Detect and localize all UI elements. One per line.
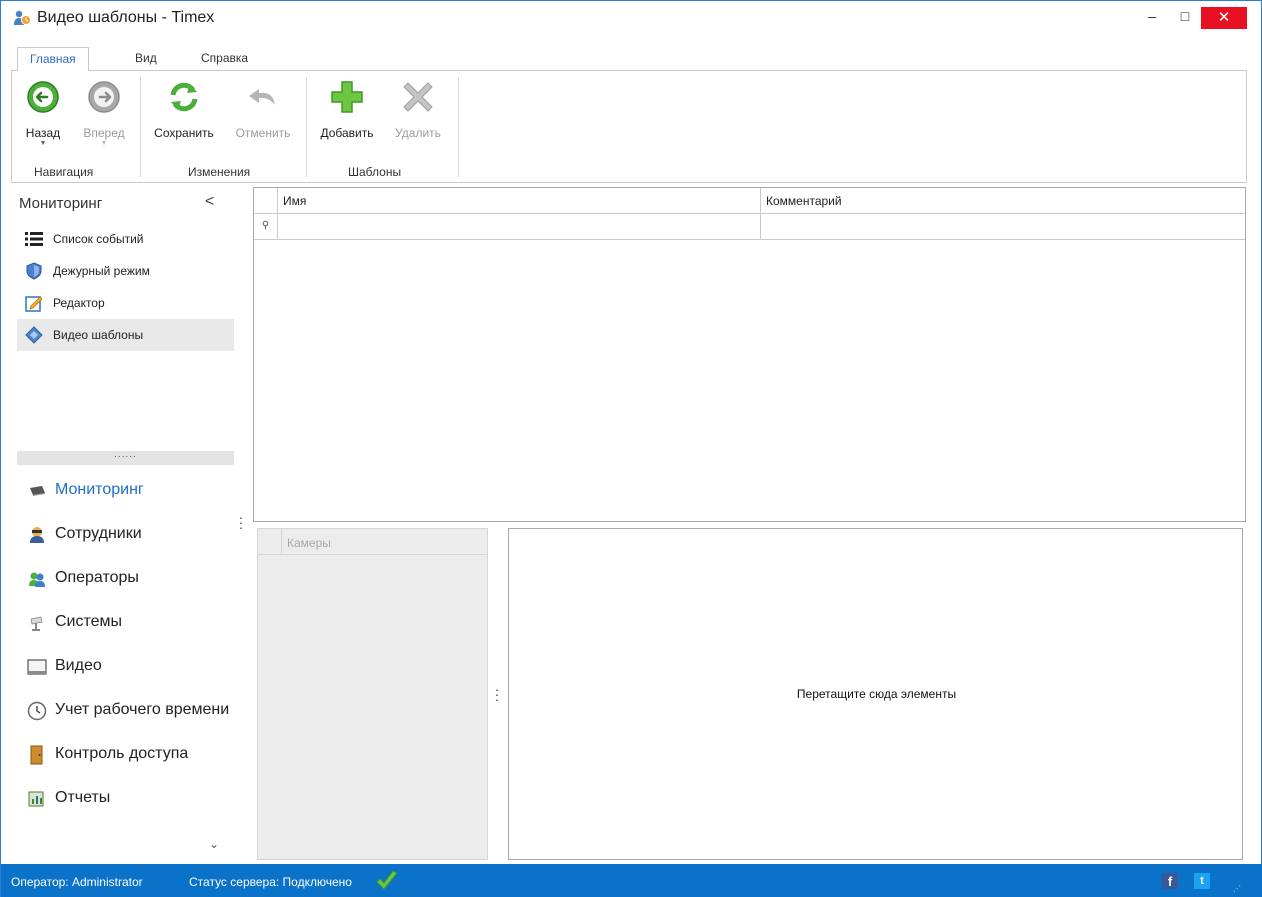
section-label: Контроль доступа — [55, 745, 189, 762]
section-label: Сотрудники — [55, 525, 142, 542]
facebook-icon[interactable]: f — [1162, 873, 1178, 889]
cameras-panel: Камеры — [257, 528, 488, 860]
editor-icon — [25, 296, 43, 312]
group-divider — [306, 77, 307, 177]
tab-view[interactable]: Вид — [123, 47, 169, 71]
refresh-icon — [170, 82, 198, 112]
column-header-name[interactable]: Имя — [278, 188, 761, 214]
clock-icon — [27, 701, 47, 721]
door-icon — [30, 745, 43, 765]
section-label: Операторы — [55, 569, 139, 586]
collapse-nav-button[interactable]: < — [205, 193, 214, 211]
operator-status: Оператор: Administrator — [11, 875, 143, 889]
cameras-header: Камеры — [258, 529, 487, 555]
window-title: Видео шаблоны - Timex — [37, 9, 215, 26]
app-window: Видео шаблоны - Timex – □ ✕ Главная Вид … — [0, 0, 1262, 897]
save-label: Сохранить — [154, 126, 214, 140]
nav-splitter-handle[interactable]: · · · — [238, 510, 244, 534]
show-more-sections-button[interactable]: ⌄ — [209, 837, 219, 851]
video-icon — [27, 659, 47, 675]
pane-splitter[interactable]: ...... — [17, 450, 234, 465]
grid-filter-row: ⚲ — [254, 214, 1245, 240]
row-indicator-header — [254, 188, 278, 214]
filter-name-input[interactable] — [278, 214, 761, 240]
close-button[interactable]: ✕ — [1201, 7, 1247, 29]
ribbon-tabs: Главная Вид Справка — [11, 47, 1247, 72]
cancel-button[interactable]: Отменить — [228, 79, 298, 140]
app-icon — [14, 10, 31, 25]
cancel-label: Отменить — [235, 126, 291, 140]
title-bar: Видео шаблоны - Timex – □ ✕ — [1, 1, 1261, 35]
forward-label: Вперед — [83, 126, 125, 140]
connected-check-icon — [376, 870, 398, 890]
drop-hint: Перетащите сюда элементы — [796, 687, 957, 701]
group-label-templates: Шаблоны — [348, 165, 402, 179]
group-label-changes: Изменения — [188, 165, 251, 179]
nav-item-editor[interactable]: Редактор — [17, 287, 234, 319]
nav-item-video-templates[interactable]: Видео шаблоны — [17, 319, 234, 351]
add-button[interactable]: Добавить — [314, 79, 380, 140]
group-divider — [140, 77, 141, 177]
filter-icon: ⚲ — [254, 214, 278, 240]
delete-label: Удалить — [395, 126, 441, 140]
tab-help[interactable]: Справка — [189, 47, 260, 71]
minimize-button[interactable]: – — [1136, 1, 1168, 31]
nav-item-label: Редактор — [53, 296, 105, 310]
nav-item-label: Видео шаблоны — [53, 328, 144, 342]
reports-icon — [28, 791, 44, 807]
back-label: Назад — [25, 126, 61, 140]
maximize-button[interactable]: □ — [1169, 1, 1201, 31]
tab-main[interactable]: Главная — [17, 47, 89, 72]
video-template-icon — [25, 326, 43, 344]
navigation-pane: Мониторинг < Список событий Дежурный реж… — [11, 185, 243, 861]
undo-icon — [249, 89, 275, 105]
nav-item-label: Список событий — [53, 232, 144, 246]
save-button[interactable]: Сохранить — [148, 79, 220, 140]
section-label: Мониторинг — [55, 481, 144, 498]
arrow-left-icon — [27, 81, 59, 113]
grid-header: Имя Комментарий — [254, 188, 1245, 214]
nav-item-event-list[interactable]: Список событий — [17, 223, 234, 255]
delete-x-icon — [403, 82, 433, 112]
drop-area[interactable]: Перетащите сюда элементы — [508, 528, 1243, 860]
ribbon-panel: Назад ▼ Вперед ▼ Навигация Сохранить Отм… — [11, 71, 1247, 183]
systems-icon — [30, 616, 43, 631]
delete-button[interactable]: Удалить — [386, 79, 450, 140]
add-label: Добавить — [320, 126, 374, 140]
monitor-icon — [30, 486, 45, 496]
plus-icon — [331, 81, 363, 113]
cameras-column-header: Камеры — [287, 536, 331, 550]
cameras-splitter-handle[interactable]: · · · — [494, 682, 500, 706]
filter-comment-input[interactable] — [761, 214, 1245, 240]
group-divider — [458, 77, 459, 177]
back-button[interactable]: Назад ▼ — [18, 79, 68, 148]
list-icon — [25, 232, 43, 246]
status-bar: Оператор: Administrator Статус сервера: … — [1, 864, 1262, 897]
section-label: Учет рабочего времени — [55, 701, 230, 718]
group-label-navigation: Навигация — [34, 165, 94, 179]
dropdown-arrow-icon: ▼ — [39, 140, 47, 147]
nav-item-duty-mode[interactable]: Дежурный режим — [17, 255, 234, 287]
section-label: Системы — [55, 613, 123, 630]
dropdown-arrow-icon: ▼ — [100, 140, 108, 147]
templates-grid: Имя Комментарий ⚲ — [253, 187, 1246, 522]
twitter-icon[interactable]: t — [1194, 873, 1210, 889]
column-header-comment[interactable]: Комментарий — [761, 188, 1245, 214]
resize-grip-icon[interactable]: ⋰ — [1233, 884, 1241, 893]
arrow-right-icon — [88, 81, 120, 113]
shield-icon — [26, 262, 42, 280]
nav-header: Мониторинг — [19, 195, 103, 212]
employees-icon — [30, 527, 44, 543]
row-indicator-header — [258, 529, 282, 555]
forward-button[interactable]: Вперед ▼ — [76, 79, 132, 148]
section-label: Отчеты — [55, 789, 111, 806]
nav-item-label: Дежурный режим — [53, 264, 150, 278]
server-status: Статус сервера: Подключено — [189, 875, 352, 889]
operators-icon — [29, 572, 45, 587]
section-label: Видео — [55, 657, 102, 674]
